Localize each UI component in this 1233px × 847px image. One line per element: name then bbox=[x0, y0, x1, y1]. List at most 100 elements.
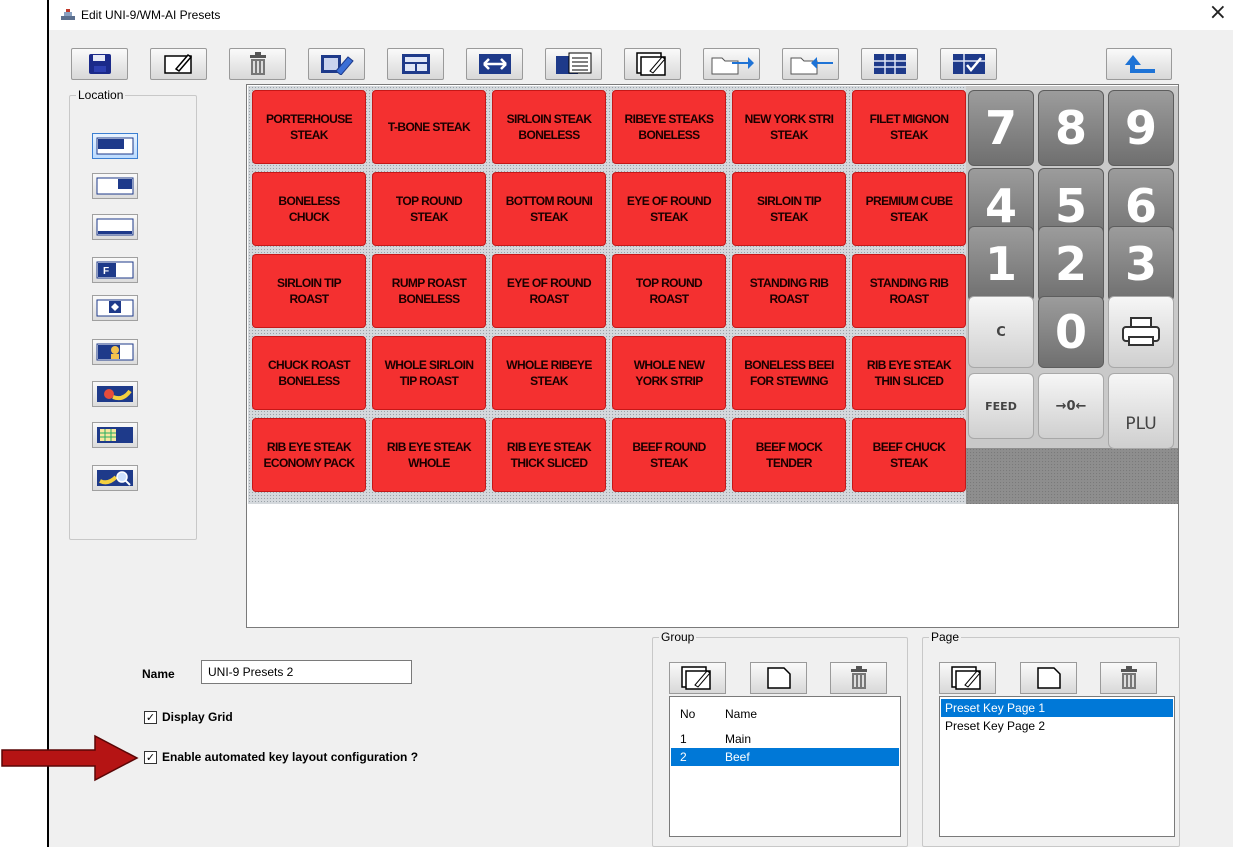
key-layout-button[interactable] bbox=[387, 48, 444, 80]
table-icon bbox=[97, 427, 133, 443]
preset-key[interactable]: BEEF MOCK TENDER bbox=[732, 418, 846, 492]
preset-key[interactable]: EYE OF ROUND STEAK bbox=[612, 172, 726, 246]
preset-key[interactable]: NEW YORK STRI STEAK bbox=[732, 90, 846, 164]
location-top-button[interactable] bbox=[92, 133, 138, 159]
preset-key[interactable]: RIB EYE STEAK WHOLE bbox=[372, 418, 486, 492]
preset-key[interactable]: T-BONE STEAK bbox=[372, 90, 486, 164]
keypad-key-8[interactable]: 8 bbox=[1038, 90, 1104, 166]
keypad-key-zero-set[interactable]: →0← bbox=[1038, 373, 1104, 439]
clear-key-button[interactable] bbox=[308, 48, 365, 80]
preset-key[interactable]: BOTTOM ROUNI STEAK bbox=[492, 172, 606, 246]
check-grid-button[interactable] bbox=[940, 48, 997, 80]
location-f-button[interactable]: F bbox=[92, 257, 138, 283]
preset-key[interactable]: CHUCK ROAST BONELESS bbox=[252, 336, 366, 410]
preset-key[interactable]: RIBEYE STEAKS BONELESS bbox=[612, 90, 726, 164]
keypad-key-7[interactable]: 7 bbox=[968, 90, 1034, 166]
export-button[interactable] bbox=[782, 48, 839, 80]
group-row-name: Beef bbox=[725, 750, 750, 764]
close-icon[interactable]: × bbox=[1209, 2, 1227, 24]
display-grid-label: Display Grid bbox=[162, 710, 233, 724]
location-search-button[interactable] bbox=[92, 465, 138, 491]
layout-bottom-icon bbox=[96, 218, 134, 236]
preset-key[interactable]: EYE OF ROUND ROAST bbox=[492, 254, 606, 328]
preset-key[interactable]: SIRLOIN STEAK BONELESS bbox=[492, 90, 606, 164]
page-delete-button[interactable] bbox=[1100, 662, 1157, 694]
name-field[interactable] bbox=[201, 660, 412, 684]
diamond-icon bbox=[96, 299, 134, 317]
preset-key[interactable]: STANDING RIB ROAST bbox=[852, 254, 966, 328]
edit-pencil-icon bbox=[163, 54, 192, 74]
group-edit-button[interactable] bbox=[669, 662, 726, 694]
group-row-selected[interactable]: 2 Beef bbox=[671, 748, 899, 766]
preset-key[interactable]: BONELESS CHUCK bbox=[252, 172, 366, 246]
location-table-button[interactable] bbox=[92, 422, 138, 448]
folder-import-icon bbox=[711, 57, 754, 75]
keypad-key-feed[interactable]: FEED bbox=[968, 373, 1034, 439]
preset-key[interactable]: BONELESS BEEI FOR STEWING bbox=[732, 336, 846, 410]
preset-key[interactable]: FILET MIGNON STEAK bbox=[852, 90, 966, 164]
back-button[interactable] bbox=[1106, 48, 1172, 80]
group-label: Group bbox=[659, 630, 697, 644]
import-button[interactable] bbox=[703, 48, 760, 80]
preset-key[interactable]: RIB EYE STEAK THIN SLICED bbox=[852, 336, 966, 410]
preset-key[interactable]: TOP ROUND ROAST bbox=[612, 254, 726, 328]
preset-key[interactable]: WHOLE RIBEYE STEAK bbox=[492, 336, 606, 410]
keypad-key-0[interactable]: 0 bbox=[1038, 296, 1104, 368]
list-icon bbox=[555, 52, 591, 74]
group-row[interactable]: 1 Main bbox=[671, 730, 899, 748]
location-fruit-button[interactable] bbox=[92, 381, 138, 407]
new-page-icon bbox=[1036, 667, 1061, 689]
keypad-key-3[interactable]: 3 bbox=[1108, 226, 1174, 302]
trash-can-icon bbox=[850, 666, 867, 689]
floppy-disk-icon bbox=[88, 54, 111, 74]
keypad-key-9[interactable]: 9 bbox=[1108, 90, 1174, 166]
group-new-button[interactable] bbox=[750, 662, 807, 694]
location-top-right-button[interactable] bbox=[92, 173, 138, 199]
preset-key[interactable]: RIB EYE STEAK THICK SLICED bbox=[492, 418, 606, 492]
group-delete-button[interactable] bbox=[830, 662, 887, 694]
keypad-key-1[interactable]: 1 bbox=[968, 226, 1034, 302]
page-row-selected[interactable]: Preset Key Page 1 bbox=[941, 699, 1173, 717]
display-grid-check[interactable]: ✓ bbox=[144, 710, 157, 724]
location-bottom-button[interactable] bbox=[92, 214, 138, 240]
auto-layout-label: Enable automated key layout configuratio… bbox=[162, 750, 419, 764]
preset-key[interactable]: RIB EYE STEAK ECONOMY PACK bbox=[252, 418, 366, 492]
arrow-up-left-icon bbox=[1125, 55, 1155, 73]
keypad-key-print[interactable] bbox=[1108, 296, 1174, 368]
auto-layout-checkbox[interactable]: ✓ Enable automated key layout configurat… bbox=[144, 750, 418, 764]
preset-key[interactable]: SIRLOIN TIP STEAK bbox=[732, 172, 846, 246]
save-button[interactable] bbox=[71, 48, 128, 80]
preset-key[interactable]: RUMP ROAST BONELESS bbox=[372, 254, 486, 328]
keypad-key-2[interactable]: 2 bbox=[1038, 226, 1104, 302]
display-grid-checkbox[interactable]: ✓ Display Grid bbox=[144, 710, 233, 724]
preset-key[interactable]: WHOLE NEW YORK STRIP bbox=[612, 336, 726, 410]
swap-arrows-icon bbox=[478, 54, 511, 74]
location-diamond-button[interactable] bbox=[92, 295, 138, 321]
preset-key[interactable]: TOP ROUND STEAK bbox=[372, 172, 486, 246]
preset-key[interactable]: PREMIUM CUBE STEAK bbox=[852, 172, 966, 246]
preset-key[interactable]: WHOLE SIRLOIN TIP ROAST bbox=[372, 336, 486, 410]
keypad-key-plu[interactable]: PLU bbox=[1108, 373, 1174, 449]
list-view-button[interactable] bbox=[545, 48, 602, 80]
edit-key-button[interactable] bbox=[150, 48, 207, 80]
group-column-no: No bbox=[680, 707, 696, 721]
preset-key[interactable]: BEEF CHUCK STEAK bbox=[852, 418, 966, 492]
preset-canvas: PORTERHOUSE STEAK T-BONE STEAK SIRLOIN STE… bbox=[246, 84, 1179, 628]
page-edit-button[interactable] bbox=[939, 662, 996, 694]
delete-button[interactable] bbox=[229, 48, 286, 80]
preset-key[interactable]: SIRLOIN TIP ROAST bbox=[252, 254, 366, 328]
preset-key[interactable]: BEEF ROUND STEAK bbox=[612, 418, 726, 492]
preset-key[interactable]: PORTERHOUSE STEAK bbox=[252, 90, 366, 164]
page-new-button[interactable] bbox=[1020, 662, 1077, 694]
swap-keys-button[interactable] bbox=[466, 48, 523, 80]
trash-can-icon bbox=[249, 52, 266, 75]
preset-key[interactable]: STANDING RIB ROAST bbox=[732, 254, 846, 328]
page-row[interactable]: Preset Key Page 2 bbox=[941, 717, 1173, 735]
grid-view-button[interactable] bbox=[861, 48, 918, 80]
edit-window-icon bbox=[680, 666, 711, 690]
preset-key-grid: PORTERHOUSE STEAK T-BONE STEAK SIRLOIN STE… bbox=[248, 86, 966, 504]
location-person-button[interactable] bbox=[92, 339, 138, 365]
keypad-key-clear[interactable]: C bbox=[968, 296, 1034, 368]
auto-layout-check[interactable]: ✓ bbox=[144, 750, 157, 764]
edit-group-button[interactable] bbox=[624, 48, 681, 80]
